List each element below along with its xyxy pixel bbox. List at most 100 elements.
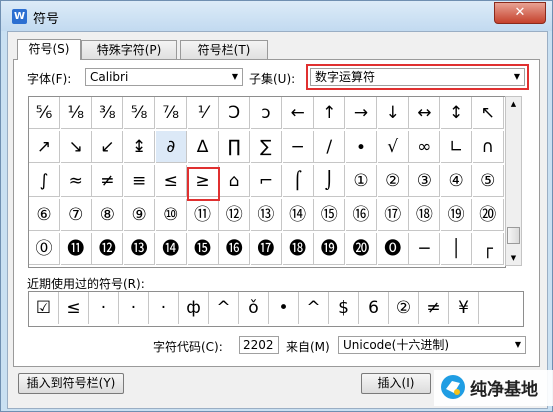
- recent-symbol-cell[interactable]: ☑: [29, 292, 59, 324]
- symbol-cell[interactable]: ⅚: [29, 97, 60, 129]
- symbol-cell[interactable]: ⑮: [314, 199, 346, 231]
- symbol-cell[interactable]: ↓: [377, 97, 409, 129]
- symbol-cell[interactable]: ⓫: [60, 233, 92, 265]
- from-select[interactable]: Unicode(十六进制) ▼: [338, 336, 526, 354]
- symbol-cell[interactable]: ∫: [29, 165, 60, 197]
- title-bar[interactable]: W 符号 ✕: [1, 1, 552, 31]
- recent-symbol-cell[interactable]: ≤: [59, 292, 89, 324]
- symbol-cell[interactable]: ⓱: [250, 233, 282, 265]
- symbol-cell[interactable]: ↘: [60, 131, 92, 163]
- scroll-thumb[interactable]: [507, 227, 520, 244]
- symbol-cell[interactable]: ⓪: [29, 233, 60, 265]
- symbol-cell[interactable]: ⓲: [282, 233, 314, 265]
- recent-symbol-cell[interactable]: ·: [89, 292, 119, 324]
- symbol-cell[interactable]: ①: [346, 165, 377, 197]
- scroll-down-icon[interactable]: ▼: [506, 251, 521, 265]
- symbol-cell[interactable]: ⌐: [250, 165, 282, 197]
- symbol-cell[interactable]: ↑: [314, 97, 346, 129]
- symbol-cell[interactable]: ↨: [124, 131, 156, 163]
- recent-symbol-cell[interactable]: ≠: [419, 292, 449, 324]
- symbol-cell[interactable]: ⓰: [219, 233, 251, 265]
- close-button[interactable]: ✕: [494, 2, 546, 24]
- symbol-cell[interactable]: ∞: [409, 131, 441, 163]
- tab-special-chars[interactable]: 特殊字符(P): [81, 40, 177, 59]
- symbol-cell[interactable]: ≡: [124, 165, 156, 197]
- symbol-cell[interactable]: ⌡: [314, 165, 346, 197]
- insert-to-symbol-bar-button[interactable]: 插入到符号栏(Y): [18, 373, 124, 394]
- symbol-cell[interactable]: →: [346, 97, 377, 129]
- symbol-cell[interactable]: ↖: [472, 97, 504, 129]
- symbol-cell[interactable]: ⓯: [187, 233, 219, 265]
- symbol-cell[interactable]: ─: [409, 233, 441, 265]
- symbol-cell[interactable]: ⑳: [472, 199, 504, 231]
- symbol-cell[interactable]: ⌂: [219, 165, 251, 197]
- symbol-cell[interactable]: ⑯: [346, 199, 377, 231]
- symbol-cell[interactable]: ⓳: [314, 233, 346, 265]
- symbol-cell[interactable]: ≈: [60, 165, 92, 197]
- symbol-cell[interactable]: ⑬: [250, 199, 282, 231]
- font-select[interactable]: Calibri ▼: [85, 68, 243, 86]
- symbol-cell[interactable]: ⑱: [409, 199, 441, 231]
- recent-symbol-cell[interactable]: ¥: [449, 292, 479, 324]
- symbol-cell[interactable]: ⓭: [124, 233, 156, 265]
- symbol-cell[interactable]: ⑨: [124, 199, 156, 231]
- symbol-cell[interactable]: ⑥: [29, 199, 60, 231]
- symbol-cell[interactable]: ←: [282, 97, 314, 129]
- symbol-cell[interactable]: ≠: [92, 165, 124, 197]
- recent-symbol-cell[interactable]: ^: [299, 292, 329, 324]
- symbol-cell[interactable]: ↗: [29, 131, 60, 163]
- recent-symbol-cell[interactable]: ·: [119, 292, 149, 324]
- recent-symbol-cell[interactable]: 6: [359, 292, 389, 324]
- symbol-cell[interactable]: ≥: [187, 165, 219, 197]
- symbol-cell[interactable]: −: [282, 131, 314, 163]
- symbol-cell[interactable]: │: [441, 233, 473, 265]
- symbol-cell[interactable]: ⑧: [92, 199, 124, 231]
- symbol-cell[interactable]: ⅝: [124, 97, 156, 129]
- symbol-cell[interactable]: ⑲: [441, 199, 473, 231]
- symbol-cell[interactable]: ⅞: [155, 97, 187, 129]
- recent-symbol-cell[interactable]: ^: [209, 292, 239, 324]
- symbol-grid[interactable]: ⅚ ⅛ ⅜ ⅝ ⅞ ⅟ Ↄↄ ← ↑ → ↓ ↔ ↕ ↖ ↗ ↘ ↙ ↨ ∂ ∆ ∏ ∑ − ∕ ∙ √ ∞ ∟ ∩ ∫ ≈ ≠ ≡ ≤ ≥ ⌂ ⌐ ⌠ ⌡…: [28, 96, 506, 268]
- symbol-cell[interactable]: ∆: [187, 131, 219, 163]
- symbol-cell[interactable]: Ↄ: [219, 97, 251, 129]
- insert-button[interactable]: 插入(I): [361, 373, 431, 394]
- symbol-cell[interactable]: ↙: [92, 131, 124, 163]
- symbol-cell[interactable]: ⓮: [155, 233, 187, 265]
- symbol-cell[interactable]: ⌠: [282, 165, 314, 197]
- symbol-cell[interactable]: ⑩: [155, 199, 187, 231]
- symbol-cell[interactable]: ⑰: [377, 199, 409, 231]
- symbol-grid-scrollbar[interactable]: ▲ ▼: [505, 96, 522, 266]
- symbol-cell[interactable]: ↔: [409, 97, 441, 129]
- symbol-cell[interactable]: ⅜: [92, 97, 124, 129]
- symbol-cell[interactable]: ④: [441, 165, 473, 197]
- symbol-cell[interactable]: ∂: [155, 131, 187, 163]
- symbol-cell[interactable]: ↕: [441, 97, 473, 129]
- recent-symbol-cell[interactable]: ǒ: [239, 292, 269, 324]
- subset-select[interactable]: 数字运算符 ▼: [310, 68, 525, 86]
- recent-symbols-list[interactable]: ☑ ≤ · · · ф ^ ǒ • ^ $6 ② ≠ ¥: [28, 291, 524, 327]
- charcode-input[interactable]: 2202: [239, 336, 279, 354]
- symbol-cell[interactable]: ⑦: [60, 199, 92, 231]
- symbol-cell[interactable]: ↄ: [250, 97, 282, 129]
- symbol-cell[interactable]: ∙: [346, 131, 377, 163]
- symbol-cell[interactable]: ⑪: [187, 199, 219, 231]
- symbol-cell[interactable]: ⓬: [92, 233, 124, 265]
- symbol-cell[interactable]: ∏: [219, 131, 251, 163]
- recent-symbol-cell[interactable]: •: [269, 292, 299, 324]
- symbol-cell[interactable]: ⑤: [472, 165, 504, 197]
- recent-symbol-cell[interactable]: $: [329, 292, 359, 324]
- symbol-cell[interactable]: ⑭: [282, 199, 314, 231]
- recent-symbol-cell[interactable]: ·: [149, 292, 179, 324]
- symbol-cell[interactable]: √: [377, 131, 409, 163]
- symbol-cell[interactable]: ⓿: [377, 233, 409, 265]
- recent-symbol-cell[interactable]: ф: [179, 292, 209, 324]
- symbol-cell[interactable]: ②: [377, 165, 409, 197]
- symbol-cell[interactable]: ∑: [250, 131, 282, 163]
- symbol-cell[interactable]: ⑫: [219, 199, 251, 231]
- symbol-cell[interactable]: ≤: [155, 165, 187, 197]
- symbol-cell[interactable]: ┌: [472, 233, 504, 265]
- symbol-cell[interactable]: ∕: [314, 131, 346, 163]
- tab-symbols[interactable]: 符号(S): [17, 39, 81, 60]
- symbol-cell[interactable]: ⅛: [60, 97, 92, 129]
- recent-symbol-cell[interactable]: ②: [389, 292, 419, 324]
